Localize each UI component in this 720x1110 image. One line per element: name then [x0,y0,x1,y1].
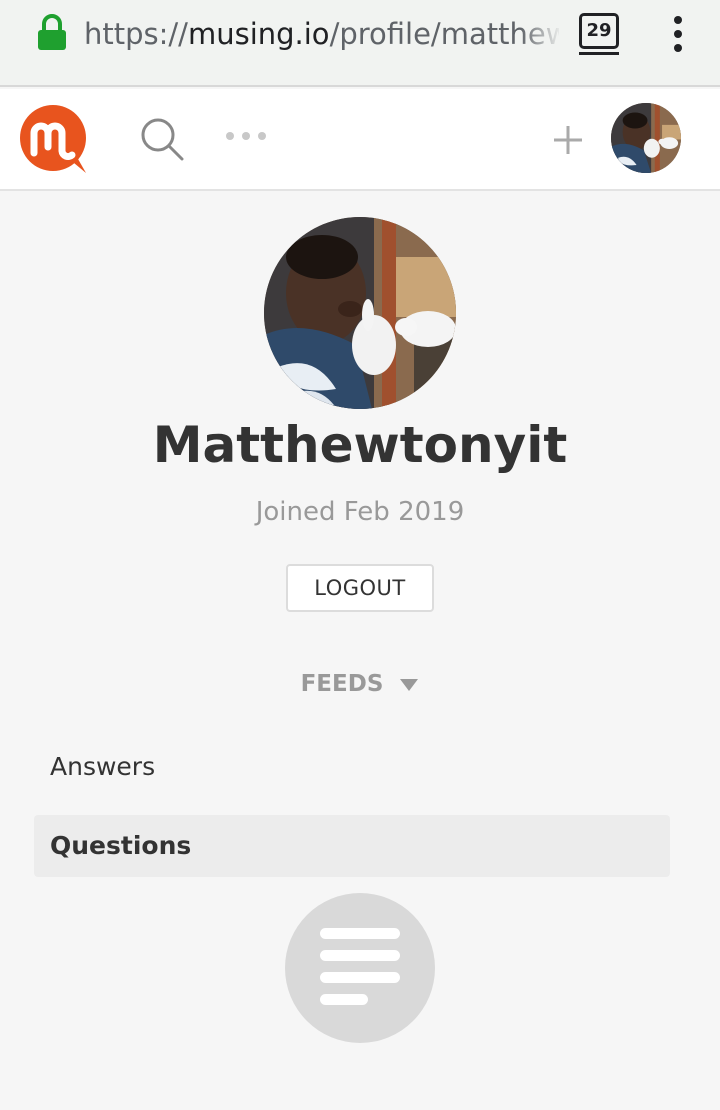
lock-icon [38,14,66,50]
search-icon[interactable] [140,117,184,161]
more-dots-icon[interactable] [224,129,270,143]
profile-avatar [264,217,456,409]
tab-switcher-button[interactable]: 29 [579,13,619,49]
avatar-photo [611,103,681,173]
musing-logo[interactable] [18,103,92,177]
list-item-answers[interactable]: Answers [34,736,670,798]
browser-address-bar: https://musing.io/profile/matthewtonyit … [0,0,720,87]
overflow-menu-icon[interactable] [664,14,692,54]
logout-button[interactable]: LOGOUT [286,564,434,612]
joined-date: Joined Feb 2019 [255,497,465,527]
url-field[interactable]: https://musing.io/profile/matthewtonyit [84,12,559,56]
app-header [0,89,720,191]
avatar[interactable] [611,103,681,173]
list-item-questions[interactable]: Questions [34,815,670,877]
feeds-dropdown[interactable]: FEEDS [0,664,720,704]
profile-photo [264,217,456,409]
text-lines-icon [285,893,435,1043]
caret-down-icon [400,678,419,691]
profile-username: Matthewtonyit [152,416,568,474]
feeds-label: FEEDS [300,671,384,697]
plus-icon[interactable] [551,123,585,157]
